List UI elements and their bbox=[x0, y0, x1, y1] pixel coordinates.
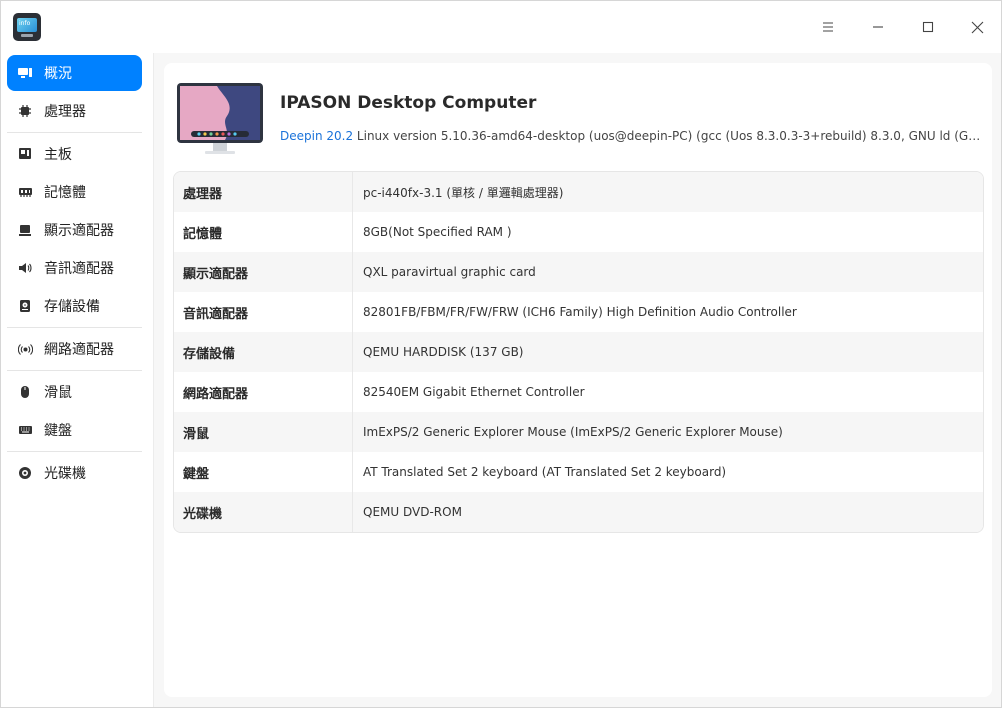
minimize-icon bbox=[873, 26, 883, 28]
table-row: 記憶體 8GB(Not Specified RAM ) bbox=[174, 212, 983, 252]
sidebar-item-label: 顯示適配器 bbox=[44, 223, 114, 239]
table-row: 處理器 pc-i440fx-3.1 (單核 / 單邏輯處理器) bbox=[174, 172, 983, 212]
row-value: AT Translated Set 2 keyboard (AT Transla… bbox=[363, 465, 727, 479]
row-value: QXL paravirtual graphic card bbox=[363, 265, 536, 279]
row-key: 音訊適配器 bbox=[174, 292, 353, 332]
sidebar: 概況 處理器 主板 記憶體 顯示適配器 音訊適配器 存儲設備 網路適配器 滑鼠 … bbox=[1, 53, 154, 707]
row-key: 記憶體 bbox=[174, 212, 353, 252]
table-row: 音訊適配器 82801FB/FBM/FR/FW/FRW (ICH6 Family… bbox=[174, 292, 983, 332]
monitor-icon bbox=[17, 65, 33, 81]
sidebar-item-cpu[interactable]: 處理器 bbox=[7, 93, 142, 129]
os-name-link[interactable]: Deepin 20.2 bbox=[280, 129, 353, 143]
sidebar-item-overview[interactable]: 概況 bbox=[7, 55, 142, 91]
device-manager-window: info 概況 處理器 主板 記憶體 顯示適配器 音訊適配器 存儲設備 網路適配… bbox=[0, 0, 1002, 708]
menu-button[interactable] bbox=[813, 12, 843, 42]
row-key: 存儲設備 bbox=[174, 332, 353, 372]
os-detail-text: Linux version 5.10.36-amd64-desktop (uos… bbox=[353, 129, 986, 143]
row-value: QEMU DVD-ROM bbox=[363, 505, 462, 519]
sidebar-divider bbox=[7, 327, 142, 328]
speaker-icon bbox=[17, 260, 33, 276]
sidebar-item-label: 光碟機 bbox=[44, 466, 86, 482]
maximize-icon bbox=[922, 21, 934, 33]
device-summary-table: 處理器 pc-i440fx-3.1 (單核 / 單邏輯處理器) 記憶體 8GB(… bbox=[173, 171, 984, 533]
sidebar-item-network[interactable]: 網路適配器 bbox=[7, 331, 142, 367]
titlebar: info bbox=[1, 1, 1001, 53]
row-key: 鍵盤 bbox=[174, 452, 353, 492]
mouse-icon bbox=[17, 384, 33, 400]
table-row: 光碟機 QEMU DVD-ROM bbox=[174, 492, 983, 532]
sidebar-item-display[interactable]: 顯示適配器 bbox=[7, 212, 142, 248]
os-version-line: Deepin 20.2 Linux version 5.10.36-amd64-… bbox=[280, 129, 986, 143]
sidebar-divider bbox=[7, 370, 142, 371]
storage-icon bbox=[17, 298, 33, 314]
row-value: ImExPS/2 Generic Explorer Mouse (ImExPS/… bbox=[363, 425, 783, 439]
sidebar-item-motherboard[interactable]: 主板 bbox=[7, 136, 142, 172]
row-value: QEMU HARDDISK (137 GB) bbox=[363, 345, 524, 359]
sidebar-item-label: 網路適配器 bbox=[44, 342, 114, 358]
motherboard-icon bbox=[17, 146, 33, 162]
sidebar-item-label: 主板 bbox=[44, 147, 72, 163]
sidebar-item-label: 鍵盤 bbox=[44, 423, 72, 439]
sidebar-item-storage[interactable]: 存儲設備 bbox=[7, 288, 142, 324]
sidebar-item-mouse[interactable]: 滑鼠 bbox=[7, 374, 142, 410]
row-value: 82801FB/FBM/FR/FW/FRW (ICH6 Family) High… bbox=[363, 305, 797, 319]
network-icon bbox=[17, 341, 33, 357]
table-row: 存儲設備 QEMU HARDDISK (137 GB) bbox=[174, 332, 983, 372]
sidebar-item-label: 處理器 bbox=[44, 104, 86, 120]
row-key: 顯示適配器 bbox=[174, 252, 353, 292]
hamburger-menu-icon bbox=[823, 22, 833, 32]
cpu-chip-icon bbox=[17, 103, 33, 119]
sidebar-divider bbox=[7, 451, 142, 452]
table-row: 顯示適配器 QXL paravirtual graphic card bbox=[174, 252, 983, 292]
app-icon-label: info bbox=[19, 20, 31, 27]
table-row: 鍵盤 AT Translated Set 2 keyboard (AT Tran… bbox=[174, 452, 983, 492]
sidebar-divider bbox=[7, 132, 142, 133]
sidebar-item-label: 記憶體 bbox=[44, 185, 86, 201]
display-adapter-icon bbox=[17, 222, 33, 238]
row-value: pc-i440fx-3.1 (單核 / 單邏輯處理器) bbox=[363, 185, 564, 200]
desktop-computer-icon bbox=[177, 83, 263, 154]
computer-name: IPASON Desktop Computer bbox=[280, 93, 537, 113]
sidebar-item-keyboard[interactable]: 鍵盤 bbox=[7, 412, 142, 448]
row-key: 滑鼠 bbox=[174, 412, 353, 452]
sidebar-item-audio[interactable]: 音訊適配器 bbox=[7, 250, 142, 286]
sidebar-item-label: 存儲設備 bbox=[44, 299, 100, 315]
keyboard-icon bbox=[17, 422, 33, 438]
row-key: 光碟機 bbox=[174, 492, 353, 532]
sidebar-item-optical-drive[interactable]: 光碟機 bbox=[7, 455, 142, 491]
close-icon bbox=[971, 21, 983, 33]
table-row: 滑鼠 ImExPS/2 Generic Explorer Mouse (ImEx… bbox=[174, 412, 983, 452]
sidebar-item-label: 概況 bbox=[44, 66, 72, 82]
minimize-button[interactable] bbox=[863, 12, 893, 42]
memory-icon bbox=[17, 184, 33, 200]
row-value: 82540EM Gigabit Ethernet Controller bbox=[363, 385, 585, 399]
sidebar-item-label: 滑鼠 bbox=[44, 385, 72, 401]
optical-drive-icon bbox=[17, 465, 33, 481]
app-icon-screen: info bbox=[17, 18, 37, 32]
app-icon-stand bbox=[21, 34, 33, 37]
sidebar-item-label: 音訊適配器 bbox=[44, 261, 114, 277]
close-button[interactable] bbox=[962, 12, 992, 42]
app-icon: info bbox=[13, 13, 41, 41]
row-key: 處理器 bbox=[174, 172, 353, 212]
row-value: 8GB(Not Specified RAM ) bbox=[363, 225, 512, 239]
maximize-button[interactable] bbox=[913, 12, 943, 42]
sidebar-item-memory[interactable]: 記憶體 bbox=[7, 174, 142, 210]
row-key: 網路適配器 bbox=[174, 372, 353, 412]
overview-panel: IPASON Desktop Computer Deepin 20.2 Linu… bbox=[164, 63, 992, 697]
table-row: 網路適配器 82540EM Gigabit Ethernet Controlle… bbox=[174, 372, 983, 412]
